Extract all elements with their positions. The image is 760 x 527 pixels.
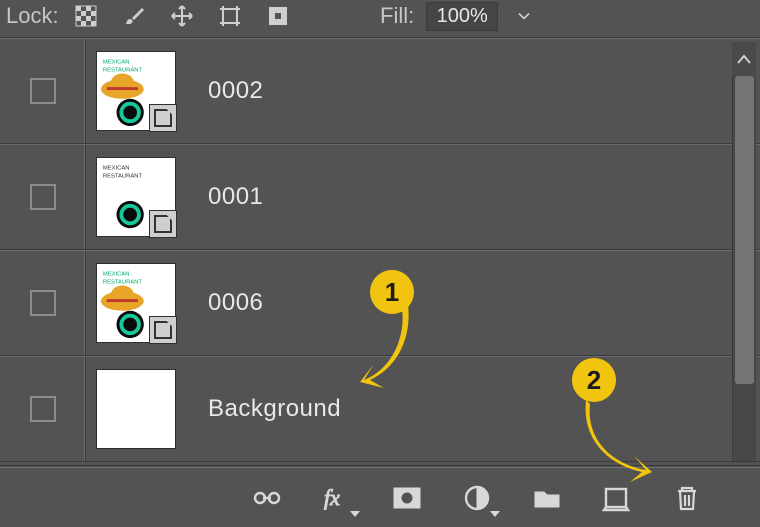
lock-brush-icon[interactable]: [121, 3, 147, 29]
annotation-badge: 1: [370, 270, 414, 314]
visibility-checkbox[interactable]: [30, 396, 56, 422]
lock-transparent-icon[interactable]: [73, 3, 99, 29]
visibility-column[interactable]: [0, 251, 86, 355]
svg-text:RESTAURANT: RESTAURANT: [103, 280, 143, 286]
layer-thumbnail[interactable]: MEXICAN RESTAURANT: [96, 51, 176, 131]
group-icon[interactable]: [530, 481, 564, 515]
scroll-track[interactable]: [732, 76, 756, 461]
visibility-checkbox[interactable]: [30, 290, 56, 316]
layer-name[interactable]: Background: [186, 395, 760, 423]
svg-text:MEXICAN: MEXICAN: [103, 60, 130, 66]
visibility-column[interactable]: [0, 357, 86, 461]
trash-icon[interactable]: [670, 481, 704, 515]
bottom-bar: fx: [0, 467, 760, 527]
thumb-column[interactable]: MEXICAN RESTAURANT: [86, 145, 186, 249]
lock-label: Lock:: [6, 3, 59, 29]
svg-text:MEXICAN: MEXICAN: [103, 272, 130, 278]
layer-mask-icon[interactable]: [390, 481, 424, 515]
new-layer-icon[interactable]: [600, 481, 634, 515]
scroll-thumb[interactable]: [735, 76, 754, 384]
lock-move-icon[interactable]: [169, 3, 195, 29]
scroll-up-icon[interactable]: [732, 42, 756, 76]
layer-thumbnail[interactable]: MEXICAN RESTAURANT: [96, 263, 176, 343]
thumb-column[interactable]: MEXICAN RESTAURANT: [86, 251, 186, 355]
scrollbar[interactable]: [732, 42, 756, 461]
layer-fx-icon[interactable]: fx: [320, 481, 354, 515]
svg-text:RESTAURANT: RESTAURANT: [103, 174, 143, 180]
thumb-column[interactable]: [86, 357, 186, 461]
visibility-checkbox[interactable]: [30, 184, 56, 210]
layer-thumbnail[interactable]: [96, 369, 176, 449]
layer-list[interactable]: MEXICAN RESTAURANT 0002 MEXICAN RESTAURANT…: [0, 37, 760, 466]
lock-all-icon[interactable]: [265, 3, 291, 29]
layer-thumbnail[interactable]: MEXICAN RESTAURANT: [96, 157, 176, 237]
adjustment-layer-icon[interactable]: [460, 481, 494, 515]
layer-row[interactable]: MEXICAN RESTAURANT 0001: [0, 144, 760, 250]
dropdown-tri-icon: [350, 511, 360, 517]
top-bar: Lock: Fill: 100%: [0, 0, 760, 32]
visibility-checkbox[interactable]: [30, 78, 56, 104]
layer-row[interactable]: MEXICAN RESTAURANT 0002: [0, 38, 760, 144]
layer-row[interactable]: Background: [0, 356, 760, 462]
svg-text:MEXICAN: MEXICAN: [103, 166, 130, 172]
lock-artboard-icon[interactable]: [217, 3, 243, 29]
svg-text:RESTAURANT: RESTAURANT: [103, 68, 143, 74]
svg-text:fx: fx: [324, 485, 340, 510]
fill-dropdown-icon[interactable]: [510, 1, 538, 31]
lock-icons: [73, 3, 291, 29]
layer-name[interactable]: 0006: [186, 289, 760, 317]
layer-name[interactable]: 0001: [186, 183, 760, 211]
fill-label: Fill:: [380, 3, 414, 29]
link-layers-icon[interactable]: [250, 481, 284, 515]
dropdown-tri-icon: [490, 511, 500, 517]
fill-section: Fill: 100%: [380, 0, 538, 32]
annotation-badge: 2: [572, 358, 616, 402]
thumb-column[interactable]: MEXICAN RESTAURANT: [86, 39, 186, 143]
layers-panel: Lock: Fill: 100%: [0, 0, 760, 527]
visibility-column[interactable]: [0, 39, 86, 143]
layer-name[interactable]: 0002: [186, 77, 760, 105]
fill-input[interactable]: 100%: [426, 2, 498, 31]
visibility-column[interactable]: [0, 145, 86, 249]
